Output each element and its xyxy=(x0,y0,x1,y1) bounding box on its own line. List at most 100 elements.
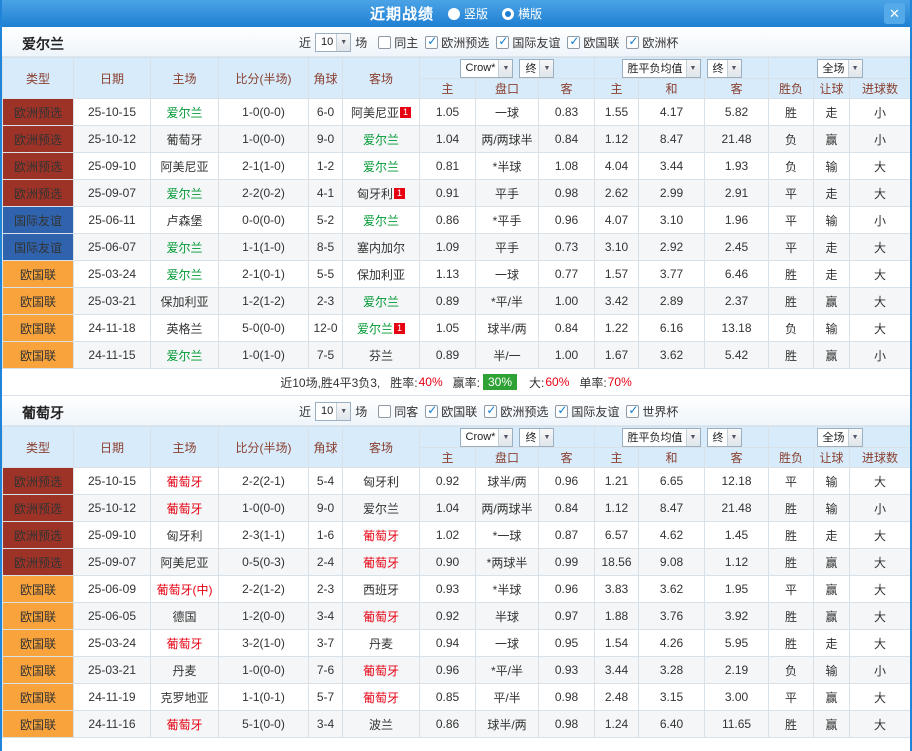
win-odds: 1.54 xyxy=(595,630,639,657)
lose-odds: 2.37 xyxy=(705,288,769,315)
competition-type: 欧洲预选 xyxy=(3,549,74,576)
checkbox-checked-icon[interactable] xyxy=(484,405,497,418)
checkbox-checked-icon[interactable] xyxy=(626,36,639,49)
team-name: 保加利亚 xyxy=(357,268,405,282)
corners: 7-5 xyxy=(309,342,343,369)
handicap-result: 输 xyxy=(814,495,850,522)
bookmaker-select[interactable]: Crow* ▼ xyxy=(460,59,514,78)
checkbox-checked-icon[interactable] xyxy=(567,36,580,49)
filter-checkbox[interactable]: 国际友谊 xyxy=(496,34,560,51)
filter-checkbox[interactable]: 欧洲预选 xyxy=(425,34,489,51)
score-halftime: 5-0(0-0) xyxy=(219,315,309,342)
goals-result: 小 xyxy=(850,342,911,369)
odds-stage-select[interactable]: 终 ▼ xyxy=(707,59,742,78)
score-halftime: 2-2(1-2) xyxy=(219,576,309,603)
draw-odds: 3.28 xyxy=(639,657,705,684)
home-team-cell: 匈牙利 xyxy=(151,522,219,549)
filter-checkbox[interactable]: 欧国联 xyxy=(567,34,619,51)
odds-stage-select[interactable]: 终 ▼ xyxy=(519,428,554,447)
team-name-heading: 葡萄牙 xyxy=(22,403,64,423)
header-row-top: 类型 日期 主场 比分(半场) 角球 客场 Crow* ▼ 终 xyxy=(3,58,911,79)
lose-odds: 11.65 xyxy=(705,711,769,738)
team-name: 阿美尼亚 xyxy=(160,556,208,570)
col-wdl-result: 胜负 xyxy=(769,79,814,99)
home-team-cell: 葡萄牙 xyxy=(151,495,219,522)
filter-checkbox[interactable]: 同客 xyxy=(378,403,418,420)
team-name: 西班牙 xyxy=(363,583,399,597)
filter-checkbox[interactable]: 欧国联 xyxy=(425,403,477,420)
bookmaker-select[interactable]: Crow* ▼ xyxy=(460,428,514,447)
wdl-average-select[interactable]: 胜平负均值 ▼ xyxy=(622,59,701,78)
match-scope-select[interactable]: 全场 ▼ xyxy=(817,428,863,447)
draw-odds: 6.16 xyxy=(639,315,705,342)
col-type: 类型 xyxy=(3,58,74,99)
match-date: 25-03-21 xyxy=(74,657,151,684)
table-row: 欧洲预选25-09-10匈牙利2-3(1-1)1-6葡萄牙1.02*一球0.87… xyxy=(3,522,911,549)
section-ireland: 爱尔兰 近 10 ▼ 场 同主欧洲预选国际友谊欧国联欧洲杯 xyxy=(2,27,910,396)
wdl-result: 负 xyxy=(769,126,814,153)
match-count-value: 10 xyxy=(316,36,336,48)
wdl-average-select[interactable]: 胜平负均值 ▼ xyxy=(622,428,701,447)
table-row: 欧洲预选25-09-07爱尔兰2-2(0-2)4-1匈牙利10.91平手0.98… xyxy=(3,180,911,207)
handicap-line: 球半/两 xyxy=(476,711,539,738)
layout-option-vertical[interactable]: 竖版 xyxy=(448,5,488,22)
close-button[interactable]: ✕ xyxy=(884,3,905,24)
away-team-cell: 葡萄牙 xyxy=(343,549,420,576)
asian-home-odds: 0.96 xyxy=(420,657,476,684)
checkbox-label: 同主 xyxy=(394,34,418,51)
col-home: 主场 xyxy=(151,58,219,99)
match-count-select[interactable]: 10 ▼ xyxy=(315,402,351,421)
checkbox-checked-icon[interactable] xyxy=(425,36,438,49)
score-halftime: 2-2(2-1) xyxy=(219,468,309,495)
win-odds: 4.04 xyxy=(595,153,639,180)
handicap-rate-badge: 30% xyxy=(483,374,517,390)
handicap-line: 平手 xyxy=(476,234,539,261)
competition-type: 欧国联 xyxy=(3,711,74,738)
team-name: 葡萄牙 xyxy=(363,610,399,624)
match-date: 24-11-19 xyxy=(74,684,151,711)
asian-away-odds: 0.98 xyxy=(539,180,595,207)
match-date: 25-10-12 xyxy=(74,126,151,153)
win-odds: 1.24 xyxy=(595,711,639,738)
home-team-cell: 爱尔兰 xyxy=(151,261,219,288)
odds-stage-select[interactable]: 终 ▼ xyxy=(707,428,742,447)
radio-unselected-icon[interactable] xyxy=(448,8,460,20)
handicap-line: *平/半 xyxy=(476,657,539,684)
filter-checkbox[interactable]: 同主 xyxy=(378,34,418,51)
checkbox-checked-icon[interactable] xyxy=(425,405,438,418)
team-name: 塞内加尔 xyxy=(357,241,405,255)
odds-stage-select[interactable]: 终 ▼ xyxy=(519,59,554,78)
handicap-result: 走 xyxy=(814,99,850,126)
table-row: 欧洲预选25-10-12葡萄牙1-0(0-0)9-0爱尔兰1.04两/两球半0.… xyxy=(3,495,911,522)
checkbox-checked-icon[interactable] xyxy=(626,405,639,418)
filter-checkbox[interactable]: 世界杯 xyxy=(626,403,678,420)
layout-option-horizontal[interactable]: 横版 xyxy=(502,5,542,22)
team-name: 爱尔兰 xyxy=(357,322,393,336)
asian-home-odds: 1.04 xyxy=(420,126,476,153)
radio-selected-icon[interactable] xyxy=(502,8,514,20)
result-group-header: 全场 ▼ xyxy=(769,427,911,448)
col-date: 日期 xyxy=(74,58,151,99)
handicap-line: *半球 xyxy=(476,153,539,180)
draw-odds: 2.92 xyxy=(639,234,705,261)
titlebar: 近期战绩 竖版 横版 ✕ xyxy=(2,0,910,27)
red-card-badge: 1 xyxy=(394,188,405,199)
match-scope-select[interactable]: 全场 ▼ xyxy=(817,59,863,78)
draw-odds: 2.99 xyxy=(639,180,705,207)
checkbox-checked-icon[interactable] xyxy=(496,36,509,49)
team-name: 德国 xyxy=(172,610,196,624)
checkbox-checked-icon[interactable] xyxy=(555,405,568,418)
goals-result: 小 xyxy=(850,99,911,126)
odds-stage-value: 终 xyxy=(520,60,539,76)
match-count-select[interactable]: 10 ▼ xyxy=(315,33,351,52)
filter-checkbox[interactable]: 欧洲预选 xyxy=(484,403,548,420)
filter-checkbox[interactable]: 欧洲杯 xyxy=(626,34,678,51)
chevron-down-icon: ▼ xyxy=(848,429,862,446)
home-team-cell: 丹麦 xyxy=(151,657,219,684)
checkbox-unchecked-icon[interactable] xyxy=(378,405,391,418)
table-row: 欧国联24-11-19克罗地亚1-1(0-1)5-7葡萄牙0.85平/半0.98… xyxy=(3,684,911,711)
filter-checkbox[interactable]: 国际友谊 xyxy=(555,403,619,420)
draw-odds: 6.40 xyxy=(639,711,705,738)
checkbox-unchecked-icon[interactable] xyxy=(378,36,391,49)
win-odds: 1.55 xyxy=(595,99,639,126)
